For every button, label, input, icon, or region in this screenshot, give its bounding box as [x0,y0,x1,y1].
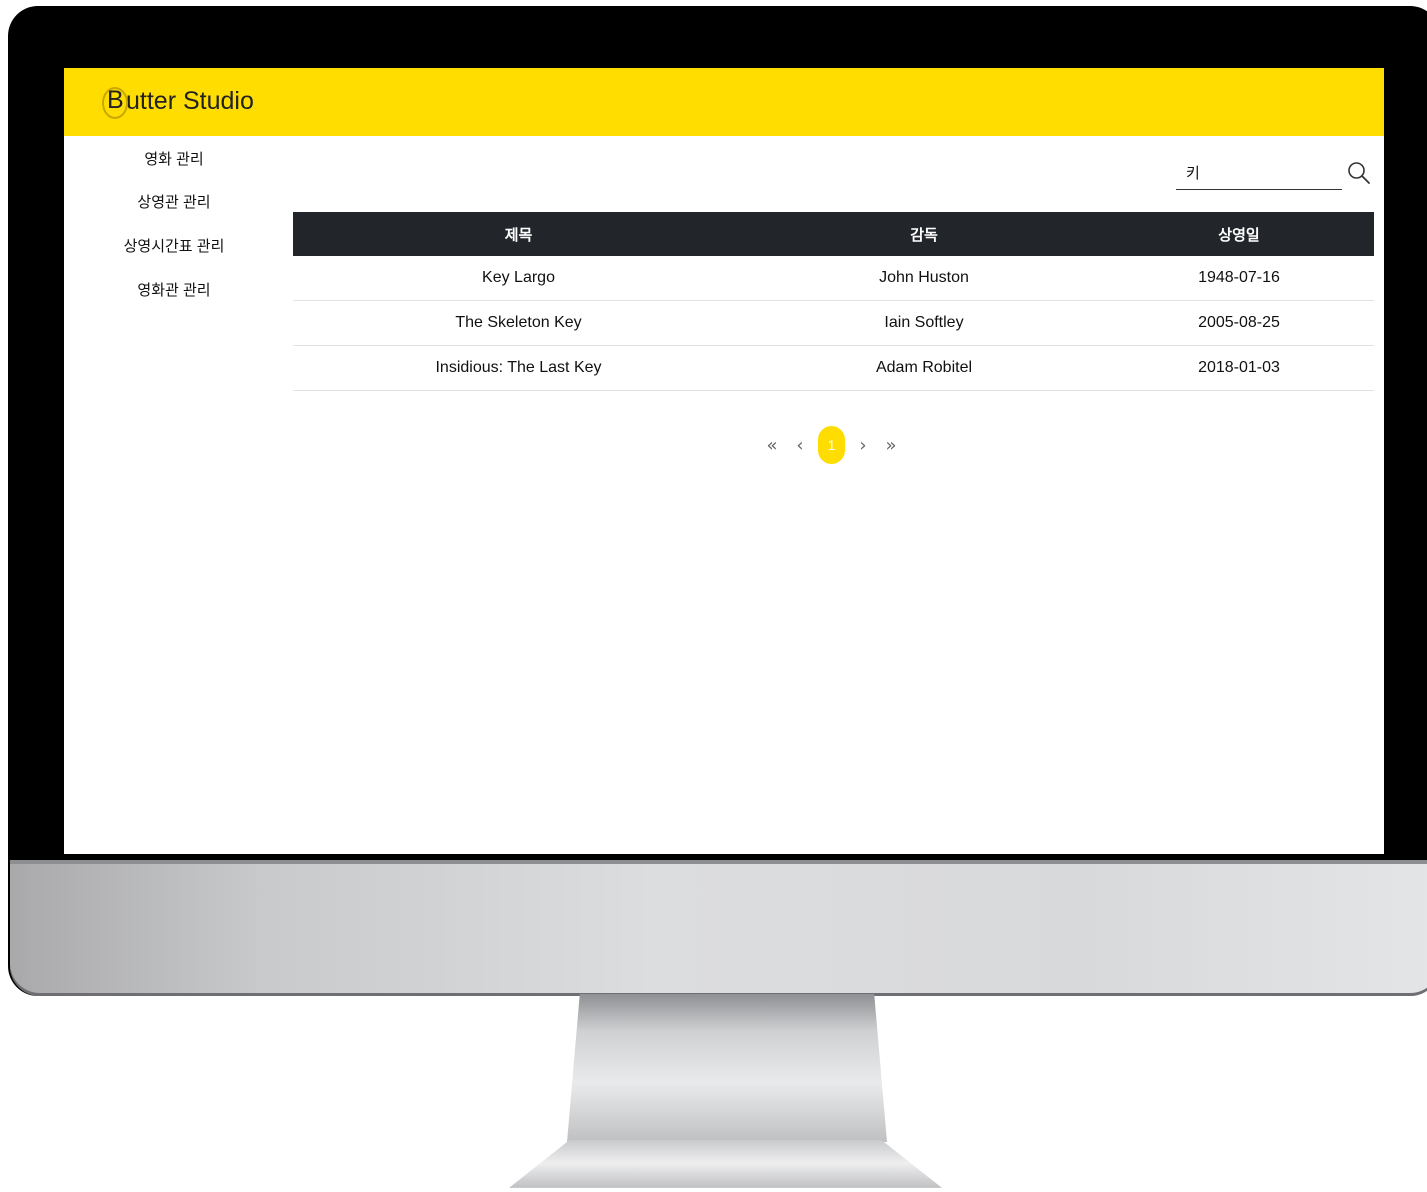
logo-mark: B [102,86,128,119]
app-logo[interactable]: B utter Studio [102,84,254,119]
table-row[interactable]: Key Largo John Huston 1948-07-16 [293,256,1374,301]
search-bar [1176,156,1371,192]
sidebar-item-screen-management[interactable]: 상영관 관리 [64,191,284,212]
cell-director: Adam Robitel [744,345,1104,391]
last-page-button[interactable]: » [877,426,905,464]
table-row[interactable]: The Skeleton Key Iain Softley 2005-08-25 [293,300,1374,346]
sidebar-item-showtime-management[interactable]: 상영시간표 관리 [64,235,284,256]
cell-date: 2018-01-03 [1104,345,1374,391]
logo-initial: B [107,86,124,114]
cell-director: Iain Softley [744,300,1104,346]
monitor-stand-base [509,1140,942,1188]
top-bar: B utter Studio [64,68,1384,136]
table-header-row: 제목 감독 상영일 [293,212,1374,256]
sidebar-item-movie-management[interactable]: 영화 관리 [64,148,284,169]
column-header-date[interactable]: 상영일 [1104,212,1374,256]
cell-director: John Huston [744,256,1104,301]
pagination: « ‹ 1 › » [758,426,905,464]
monitor-chin [10,860,1427,996]
next-page-button[interactable]: › [849,426,877,464]
column-header-director[interactable]: 감독 [744,212,1104,256]
logo-text: utter Studio [126,86,254,115]
app-screen: B utter Studio 영화 관리 상영관 관리 상영시간표 관리 영화관… [64,68,1384,854]
cell-title: Key Largo [293,256,744,301]
search-input[interactable] [1176,156,1342,190]
table-row[interactable]: Insidious: The Last Key Adam Robitel 201… [293,345,1374,391]
monitor-mockup: B utter Studio 영화 관리 상영관 관리 상영시간표 관리 영화관… [0,0,1427,1192]
prev-page-button[interactable]: ‹ [786,426,814,464]
search-icon[interactable] [1346,160,1372,186]
cell-title: Insidious: The Last Key [293,345,744,391]
cell-date: 2005-08-25 [1104,300,1374,346]
sidebar-item-theater-management[interactable]: 영화관 관리 [64,279,284,300]
first-page-button[interactable]: « [758,426,786,464]
cell-title: The Skeleton Key [293,300,744,346]
cell-date: 1948-07-16 [1104,256,1374,301]
monitor-stand-neck [567,994,887,1142]
page-button-current[interactable]: 1 [818,426,845,464]
column-header-title[interactable]: 제목 [293,212,744,256]
movie-table: 제목 감독 상영일 Key Largo John Huston 1948-07-… [293,212,1374,391]
